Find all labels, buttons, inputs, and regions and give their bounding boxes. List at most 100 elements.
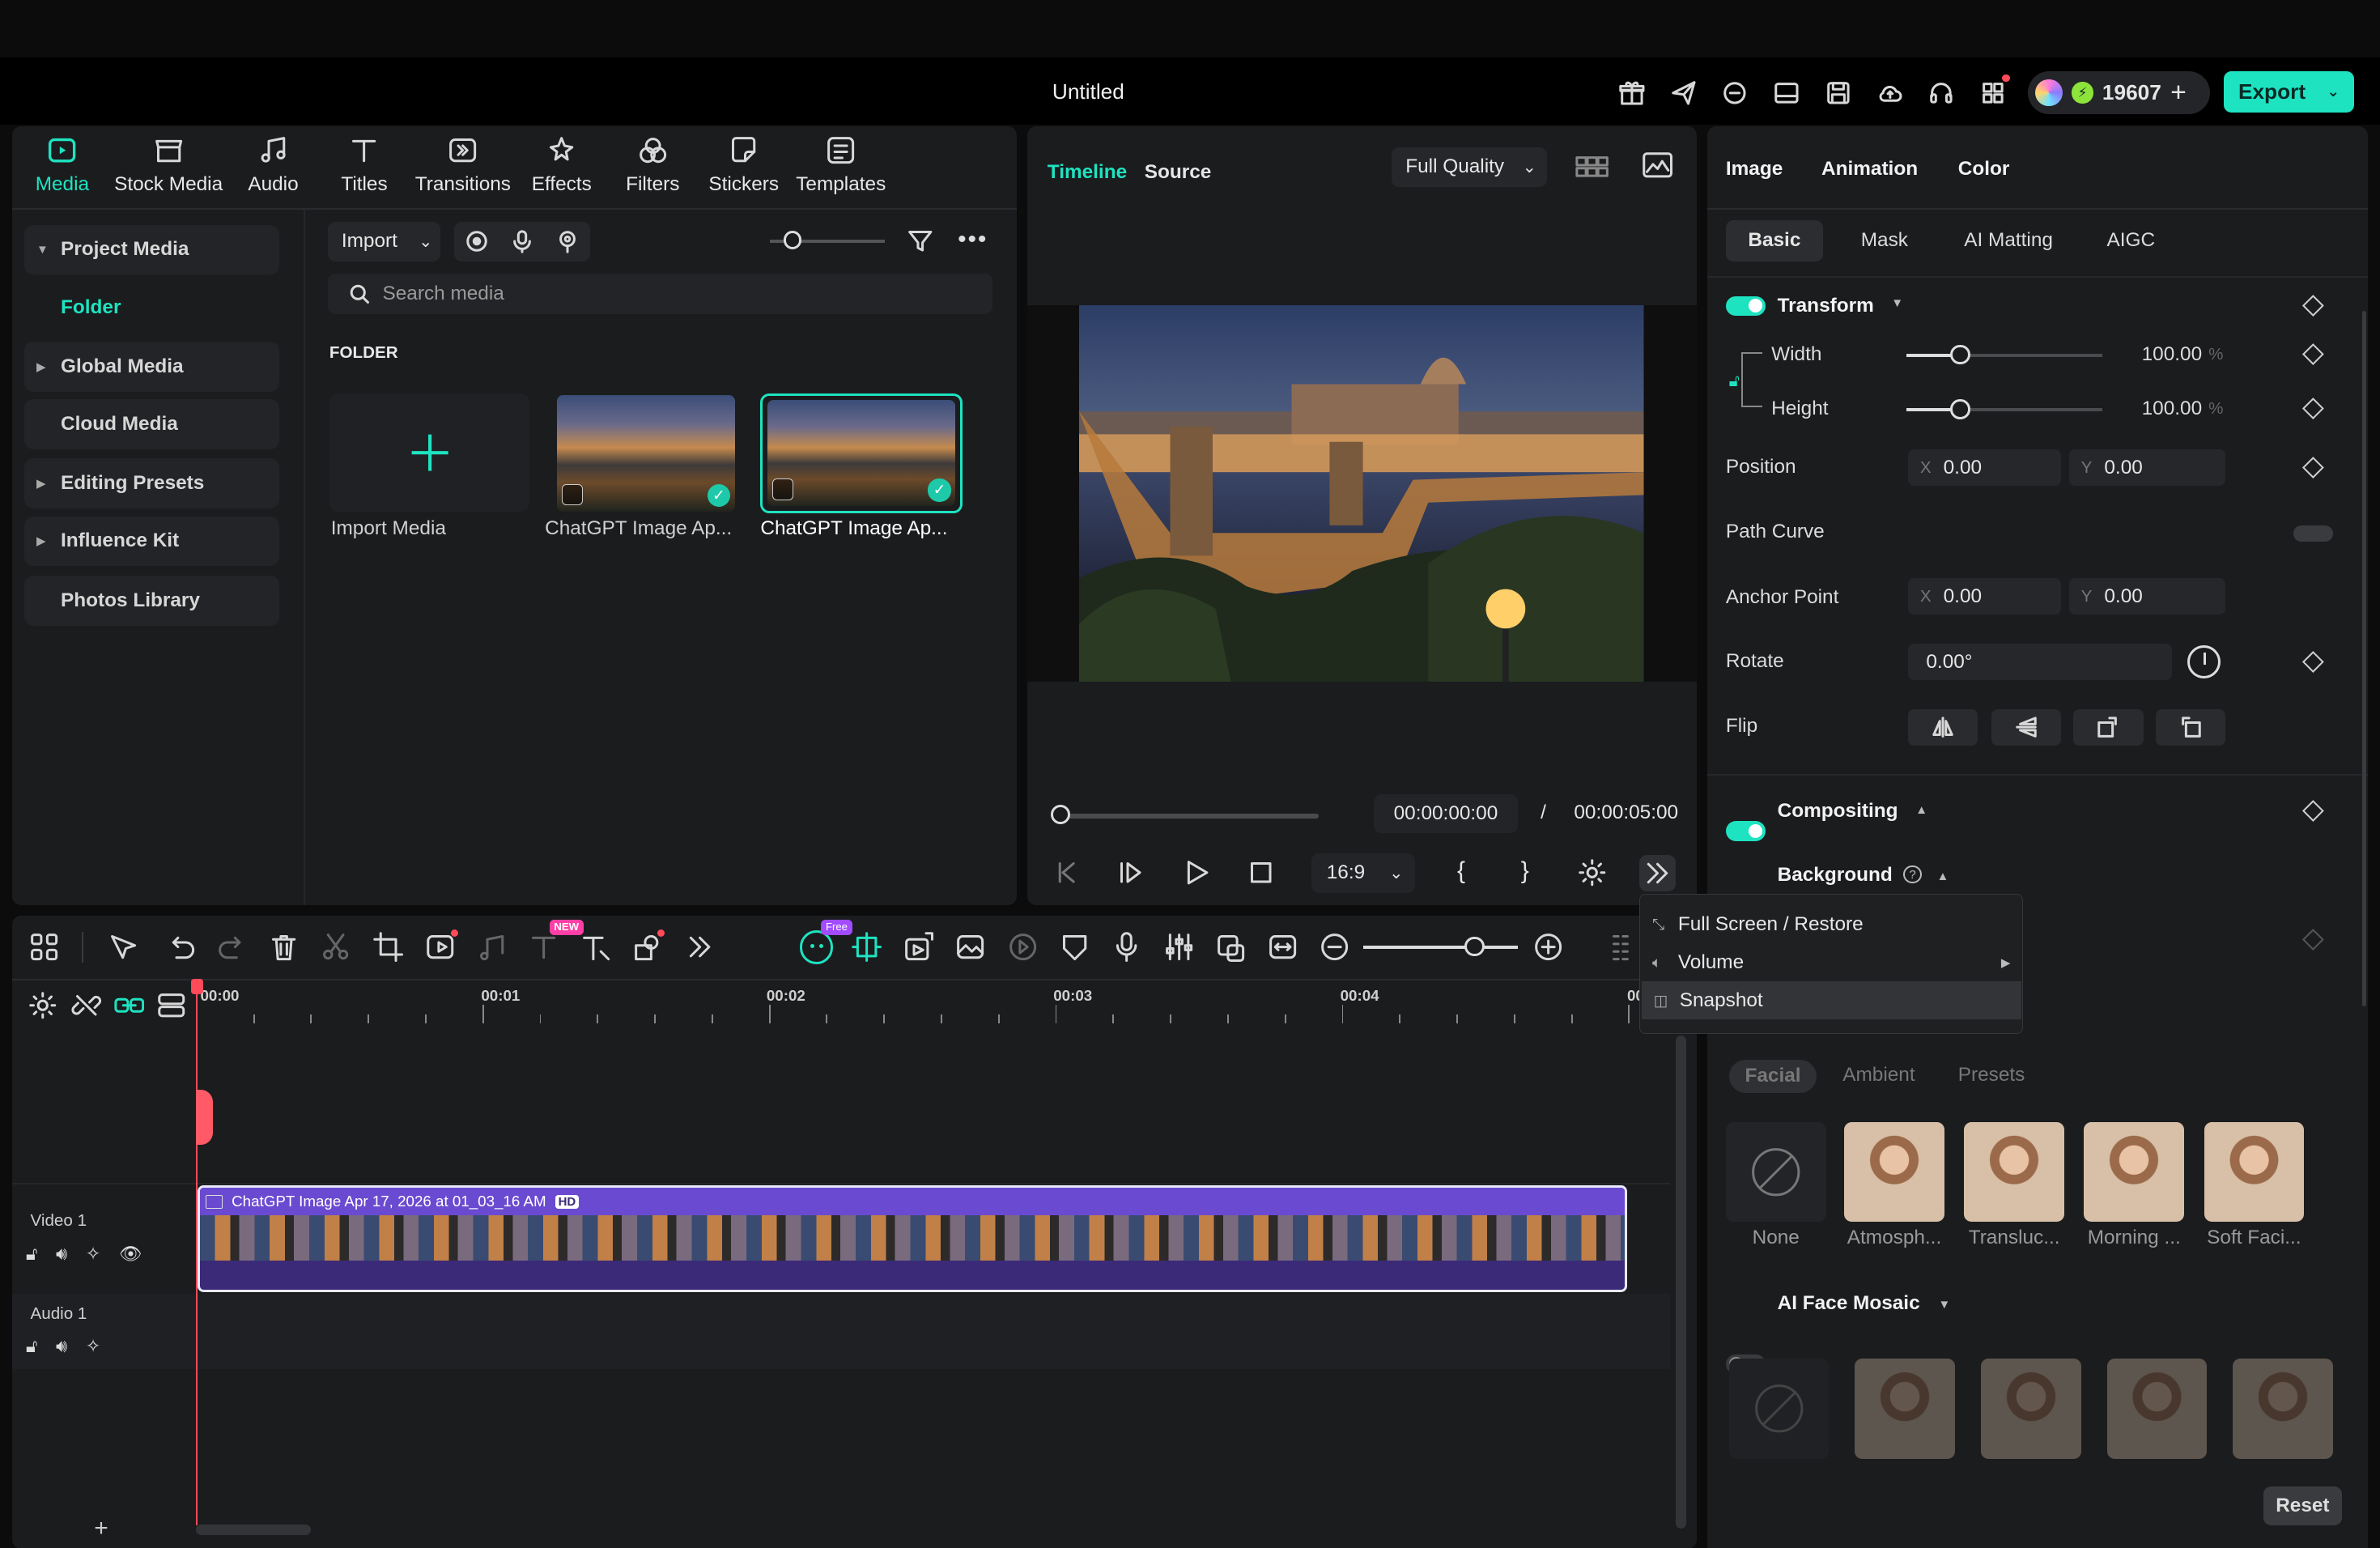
tab-color[interactable]: Color: [1958, 158, 2010, 181]
settings-icon[interactable]: [1577, 857, 1608, 888]
position-y-field[interactable]: Y 0.00: [2068, 449, 2225, 486]
sidebar-item-folder[interactable]: Folder: [61, 296, 121, 319]
stabilize-icon[interactable]: [1006, 930, 1039, 963]
eye-icon[interactable]: 👁︎: [119, 1244, 142, 1265]
width-value[interactable]: 100.00: [2142, 343, 2203, 366]
microphone-icon[interactable]: [510, 229, 534, 253]
timeline-vertical-scrollbar[interactable]: [1676, 1035, 1687, 1529]
tab-audio[interactable]: Audio: [225, 126, 322, 208]
tab-effects[interactable]: Effects: [519, 126, 604, 208]
tab-transitions[interactable]: Transitions: [407, 126, 520, 208]
face-preset-atmosphere[interactable]: [1844, 1121, 1944, 1223]
menu-item-full-screen[interactable]: ⤡ Full Screen / Restore: [1640, 906, 2022, 944]
scopes-icon[interactable]: [1641, 151, 1674, 181]
voiceover-icon[interactable]: [555, 229, 580, 253]
fit-timeline-icon[interactable]: [1266, 930, 1299, 963]
reset-button[interactable]: Reset: [2263, 1486, 2343, 1526]
face-tab-facial[interactable]: Facial: [1728, 1059, 1817, 1093]
timeline-playhead[interactable]: [195, 979, 198, 1526]
feedback-icon[interactable]: [1719, 76, 1752, 109]
more-controls-button[interactable]: [1639, 854, 1676, 891]
face-preset-morning[interactable]: [2084, 1121, 2185, 1223]
import-dropdown[interactable]: Import ⌄: [328, 221, 440, 262]
import-media-tile[interactable]: [329, 393, 530, 512]
mark-out-button[interactable]: }: [1521, 857, 1529, 885]
select-tool-icon[interactable]: [106, 930, 139, 963]
anchor-y-field[interactable]: Y 0.00: [2068, 578, 2225, 615]
slider-handle[interactable]: [1950, 399, 1970, 419]
lock-icon[interactable]: 🔓︎: [26, 1244, 38, 1265]
subtab-aigc[interactable]: AIGC: [2107, 229, 2156, 252]
sidebar-item-cloud-media[interactable]: Cloud Media: [24, 399, 279, 449]
speaker-icon[interactable]: 🔊︎: [56, 1336, 67, 1357]
headset-icon[interactable]: [1925, 76, 1958, 109]
tab-stickers[interactable]: Stickers: [701, 126, 786, 208]
gift-icon[interactable]: [1615, 76, 1648, 109]
slider-handle[interactable]: [783, 231, 801, 249]
tab-source[interactable]: Source: [1145, 161, 1212, 184]
auto-ripple-icon[interactable]: [850, 930, 883, 963]
ai-text-icon[interactable]: [527, 930, 560, 963]
zoom-in-icon[interactable]: [1532, 930, 1565, 963]
send-icon[interactable]: [1667, 76, 1700, 109]
playhead-handle[interactable]: [1050, 804, 1070, 825]
add-credits-icon[interactable]: +: [2170, 77, 2187, 108]
compositing-toggle[interactable]: [1725, 821, 1766, 841]
layout-grid-icon[interactable]: [28, 930, 61, 963]
height-value[interactable]: 100.00: [2142, 398, 2203, 420]
playback-progress[interactable]: [1057, 814, 1320, 819]
track-settings-icon[interactable]: [28, 990, 58, 1021]
undo-icon[interactable]: [164, 930, 198, 963]
video-clip[interactable]: ChatGPT Image Apr 17, 2026 at 01_03_16 A…: [197, 1185, 1627, 1292]
stop-icon[interactable]: [1246, 857, 1277, 888]
redo-icon[interactable]: [215, 930, 249, 963]
mosaic-preset-none[interactable]: [1728, 1359, 1830, 1459]
face-preset-soft-facial[interactable]: [2204, 1121, 2305, 1223]
chevron-down-icon[interactable]: ▼: [1891, 296, 1903, 310]
layout-icon[interactable]: [1770, 76, 1803, 109]
sidebar-item-editing-presets[interactable]: ▶ Editing Presets: [24, 458, 279, 509]
multicam-icon[interactable]: [1214, 930, 1247, 963]
sidebar-item-global-media[interactable]: ▶ Global Media: [24, 341, 279, 392]
audio-mixer-icon[interactable]: [1162, 930, 1196, 963]
record-screen-icon[interactable]: [465, 229, 489, 253]
add-track-icon[interactable]: +: [94, 1515, 108, 1542]
filter-icon[interactable]: [905, 226, 936, 257]
subtab-ai-matting[interactable]: AI Matting: [1964, 229, 2053, 252]
mosaic-preset[interactable]: [1855, 1359, 1955, 1459]
link-icon[interactable]: [114, 990, 145, 1021]
mosaic-preset[interactable]: [1980, 1359, 2081, 1459]
sidebar-item-photos-library[interactable]: Photos Library: [24, 575, 279, 626]
lock-icon[interactable]: 🔓︎: [26, 1336, 38, 1357]
double-chevron-right-icon[interactable]: [683, 930, 716, 963]
unlink-icon[interactable]: [71, 990, 102, 1021]
mark-in-button[interactable]: {: [1457, 857, 1465, 885]
chevron-down-icon[interactable]: ⌄: [2327, 83, 2340, 100]
credits-display[interactable]: ⚡ 19607 +: [2028, 71, 2210, 114]
previous-frame-icon[interactable]: [1051, 857, 1082, 888]
grid-view-icon[interactable]: [1575, 153, 1609, 181]
marker-shield-icon[interactable]: [1058, 930, 1091, 963]
lock-icon[interactable]: 🔓︎: [1728, 372, 1740, 392]
play-icon[interactable]: [1181, 857, 1212, 888]
audio-stretch-icon[interactable]: [475, 930, 508, 963]
subtab-mask[interactable]: Mask: [1861, 229, 1908, 252]
face-tab-presets[interactable]: Presets: [1958, 1064, 2025, 1087]
sidebar-item-influence-kit[interactable]: ▶ Influence Kit: [24, 516, 279, 567]
path-curve-toggle[interactable]: [2293, 525, 2333, 542]
menu-item-snapshot[interactable]: ◫ Snapshot: [1641, 981, 2021, 1020]
more-options-icon[interactable]: •••: [958, 226, 988, 253]
slider-handle[interactable]: [1950, 344, 1970, 364]
timeline-horizontal-scrollbar[interactable]: [195, 1524, 312, 1535]
chevron-up-icon[interactable]: ▲: [1937, 870, 1949, 883]
apps-icon[interactable]: [1976, 74, 2010, 109]
slider-handle[interactable]: [1464, 936, 1485, 957]
mosaic-preset[interactable]: [2233, 1359, 2333, 1459]
split-icon[interactable]: [319, 930, 352, 963]
chevron-up-icon[interactable]: ▲: [1915, 803, 1927, 817]
tab-media[interactable]: Media: [12, 126, 113, 208]
quality-dropdown[interactable]: Full Quality ⌄: [1392, 147, 1547, 187]
crop-icon[interactable]: [372, 930, 405, 963]
inspector-scrollbar[interactable]: [2361, 311, 2367, 1007]
magic-wand-icon[interactable]: ✧: [86, 1244, 101, 1265]
